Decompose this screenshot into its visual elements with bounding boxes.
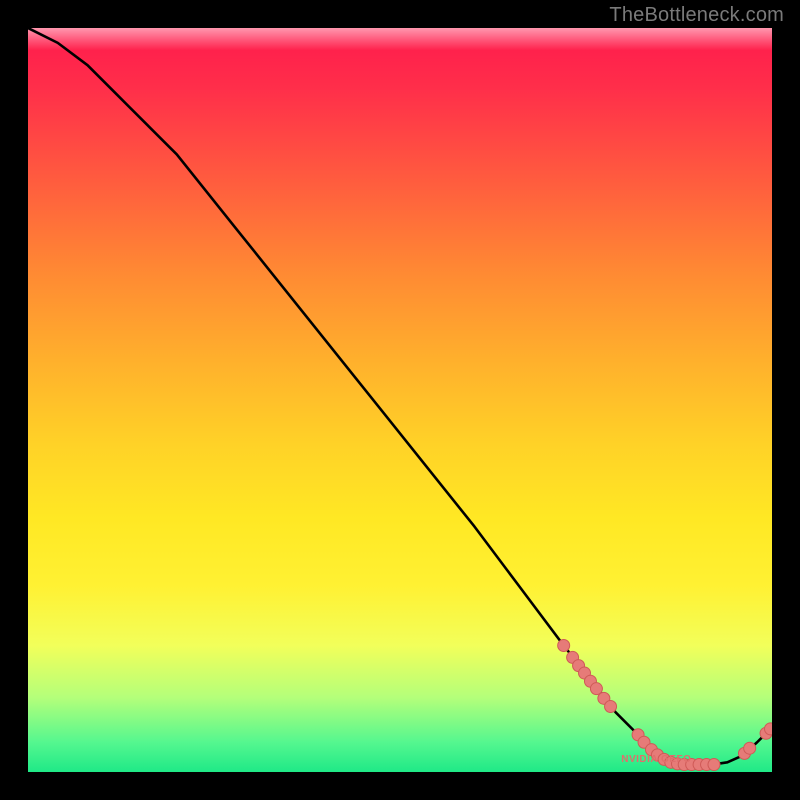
data-point — [558, 640, 570, 652]
series-label: NVIDIA GEFO — [621, 754, 691, 765]
data-point — [765, 723, 772, 735]
bottleneck-curve — [28, 28, 772, 765]
data-points — [558, 640, 772, 771]
data-point — [605, 701, 617, 713]
watermark-text: TheBottleneck.com — [609, 4, 784, 27]
plot-area: NVIDIA GEFO — [28, 28, 772, 772]
chart-stage: TheBottleneck.com NVIDIA GEFO — [0, 0, 800, 800]
chart-svg — [28, 28, 772, 772]
data-point — [744, 742, 756, 754]
data-point — [708, 759, 720, 771]
